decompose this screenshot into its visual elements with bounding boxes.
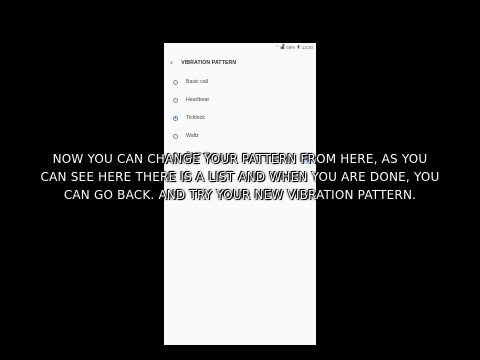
list-item-label: Basic call — [186, 79, 208, 85]
radio-button[interactable] — [173, 97, 178, 103]
list-item-label: Heartbeat — [186, 97, 209, 103]
signal-icon: ▟ — [280, 44, 285, 50]
caption-overlay: NOW YOU CAN CHANGE YOUR PATTERN FROM HER… — [0, 150, 480, 204]
radio-button[interactable] — [173, 133, 178, 139]
status-time: 13:30 — [301, 44, 313, 50]
list-item-label: Waltz — [186, 133, 199, 139]
battery-percent: 59% — [286, 44, 296, 50]
caption-line: NOW YOU CAN CHANGE YOUR PATTERN FROM HER… — [52, 152, 428, 166]
list-item[interactable]: Basic call — [164, 73, 316, 91]
radio-button[interactable] — [173, 79, 178, 85]
caption-line: CAN GO BACK. AND TRY YOUR NEW VIBRATION … — [63, 188, 417, 202]
radio-button-selected[interactable] — [173, 115, 178, 121]
status-bar: ◠ ▟ 59% ▮ 13:30 — [164, 43, 316, 53]
page-title: VIBRATION PATTERN — [181, 60, 237, 66]
list-item[interactable]: Waltz — [164, 127, 316, 145]
list-item[interactable]: Ticktock — [164, 109, 316, 127]
list-item-label: Ticktock — [186, 115, 205, 121]
back-arrow-icon[interactable]: ‹ — [170, 59, 173, 67]
battery-icon: ▮ — [297, 44, 300, 50]
video-frame: ◠ ▟ 59% ▮ 13:30 ‹ VIBRATION PATTERN Basi… — [0, 0, 480, 360]
wifi-icon: ◠ — [274, 44, 279, 50]
caption-line: CAN SEE HERE THERE IS A LIST AND WHEN YO… — [40, 170, 440, 184]
app-bar: ‹ VIBRATION PATTERN — [164, 53, 316, 73]
list-item[interactable]: Heartbeat — [164, 91, 316, 109]
